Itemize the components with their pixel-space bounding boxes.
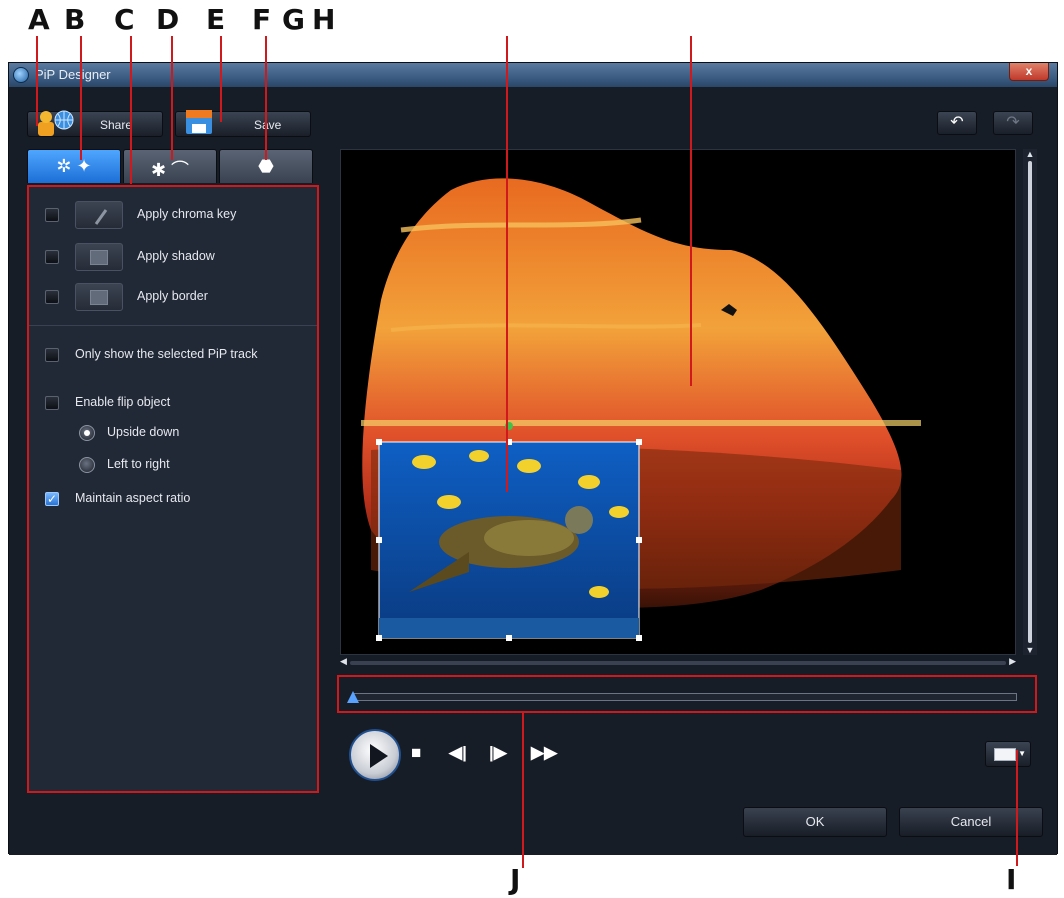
tab-properties[interactable]: ✲ ✦ <box>27 149 121 183</box>
pip-designer-window: PiP Designer x Share Save ↶ ↷ ✲ ✦ ✱ ⌒ ⬣ … <box>8 62 1058 855</box>
pip-object <box>376 422 642 641</box>
chroma-key-label: Apply chroma key <box>137 207 237 221</box>
border-checkbox[interactable] <box>45 290 59 304</box>
save-label: Save <box>254 118 282 132</box>
scroll-up-icon[interactable]: ▲ <box>1023 149 1037 159</box>
preview-canvas <box>361 178 921 641</box>
scroll-right-icon[interactable]: ▶ <box>1009 656 1016 667</box>
only-selected-row[interactable]: Only show the selected PiP track <box>29 341 317 369</box>
upside-down-row[interactable]: Upside down <box>29 419 317 447</box>
border-settings-button[interactable] <box>75 283 123 311</box>
play-button[interactable] <box>349 729 401 781</box>
border-row[interactable]: Apply border <box>29 283 317 311</box>
play-icon <box>370 744 388 768</box>
callout-line-e <box>220 36 222 122</box>
shadow-row[interactable]: Apply shadow <box>29 243 317 271</box>
share-label: Share <box>100 118 133 132</box>
upside-down-label: Upside down <box>107 425 180 439</box>
tab-motion[interactable]: ✱ ⌒ <box>123 149 217 183</box>
share-button[interactable]: Share <box>27 110 163 137</box>
callout-d: D <box>156 3 180 36</box>
dialog-client: Share Save ↶ ↷ ✲ ✦ ✱ ⌒ ⬣ Apply chroma ke… <box>9 87 1057 855</box>
aspect-row[interactable]: ✓ Maintain aspect ratio <box>29 485 317 513</box>
shadow-checkbox[interactable] <box>45 250 59 264</box>
window-title: PiP Designer <box>35 67 111 82</box>
callout-g: G <box>282 3 305 36</box>
eyedropper-icon <box>94 209 108 225</box>
upside-down-radio[interactable] <box>79 425 95 441</box>
horizontal-scroll-track[interactable] <box>350 661 1006 665</box>
stop-button[interactable]: ■ <box>411 743 421 763</box>
undo-button[interactable]: ↶ <box>937 111 977 135</box>
border-label: Apply border <box>137 289 208 303</box>
close-button[interactable]: x <box>1009 63 1049 81</box>
callout-line-b <box>80 36 82 160</box>
callout-line-a <box>36 36 38 126</box>
left-to-right-radio[interactable] <box>79 457 95 473</box>
callout-line-f <box>265 36 267 160</box>
preview-window[interactable] <box>340 149 1016 655</box>
flip-row[interactable]: Enable flip object <box>29 389 317 417</box>
shadow-preview-icon <box>90 250 108 265</box>
screen-icon <box>994 748 1016 761</box>
left-to-right-label: Left to right <box>107 457 170 471</box>
horizontal-scrollbar[interactable]: ◀ ▶ <box>340 656 1016 669</box>
only-selected-label: Only show the selected PiP track <box>75 347 258 361</box>
callout-line-j <box>522 712 524 868</box>
fast-forward-button[interactable]: ▶▶ <box>531 743 557 763</box>
callout-h: H <box>312 3 336 36</box>
callout-i: I <box>1006 863 1017 896</box>
shadow-label: Apply shadow <box>137 249 215 263</box>
timeline-slider[interactable] <box>353 693 1017 701</box>
motion-path-icon: ✱ ⌒ <box>150 160 190 180</box>
callout-e: E <box>206 3 226 36</box>
share-icon <box>38 110 74 136</box>
save-button[interactable]: Save <box>175 110 311 137</box>
aspect-label: Maintain aspect ratio <box>75 491 191 505</box>
previous-frame-button[interactable]: ◀| <box>449 743 467 763</box>
timeline-knob[interactable] <box>347 691 359 703</box>
panel-divider <box>29 325 317 326</box>
save-icon <box>186 110 212 134</box>
title-bar[interactable]: PiP Designer x <box>9 63 1057 87</box>
chroma-key-settings-button[interactable] <box>75 201 123 229</box>
vertical-scrollbar[interactable]: ▲ ▼ <box>1023 149 1037 655</box>
properties-gear-icon: ✲ ✦ <box>56 156 92 176</box>
playback-timeline[interactable] <box>337 675 1037 713</box>
chevron-down-icon: ▼ <box>1018 749 1026 758</box>
properties-panel: Apply chroma key Apply shadow Apply bord… <box>27 185 319 793</box>
vertical-scroll-track[interactable] <box>1028 161 1032 643</box>
next-frame-button[interactable]: |▶ <box>489 743 507 763</box>
callout-line-i <box>1016 750 1018 866</box>
callout-a: A <box>28 3 50 36</box>
callout-f: F <box>252 3 272 36</box>
aspect-ratio-button[interactable]: ▼ <box>985 741 1031 767</box>
ok-button[interactable]: OK <box>743 807 887 837</box>
left-to-right-row[interactable]: Left to right <box>29 451 317 479</box>
aspect-checkbox[interactable]: ✓ <box>45 492 59 506</box>
chroma-key-row[interactable]: Apply chroma key <box>29 201 317 229</box>
callout-line-d <box>171 36 173 160</box>
callout-line-c <box>130 36 132 184</box>
redo-button[interactable]: ↷ <box>993 111 1033 135</box>
callout-b: B <box>64 3 86 36</box>
chroma-key-checkbox[interactable] <box>45 208 59 222</box>
callout-line-g <box>506 36 508 492</box>
callout-j: J <box>510 863 521 896</box>
only-selected-checkbox[interactable] <box>45 348 59 362</box>
cancel-button[interactable]: Cancel <box>899 807 1043 837</box>
callout-c: C <box>114 3 135 36</box>
flip-label: Enable flip object <box>75 395 171 409</box>
scroll-down-icon[interactable]: ▼ <box>1023 645 1037 655</box>
flip-checkbox[interactable] <box>45 396 59 410</box>
scroll-left-icon[interactable]: ◀ <box>340 656 347 667</box>
border-preview-icon <box>90 290 108 305</box>
app-icon <box>13 67 29 83</box>
callout-line-h <box>690 36 692 386</box>
shadow-settings-button[interactable] <box>75 243 123 271</box>
